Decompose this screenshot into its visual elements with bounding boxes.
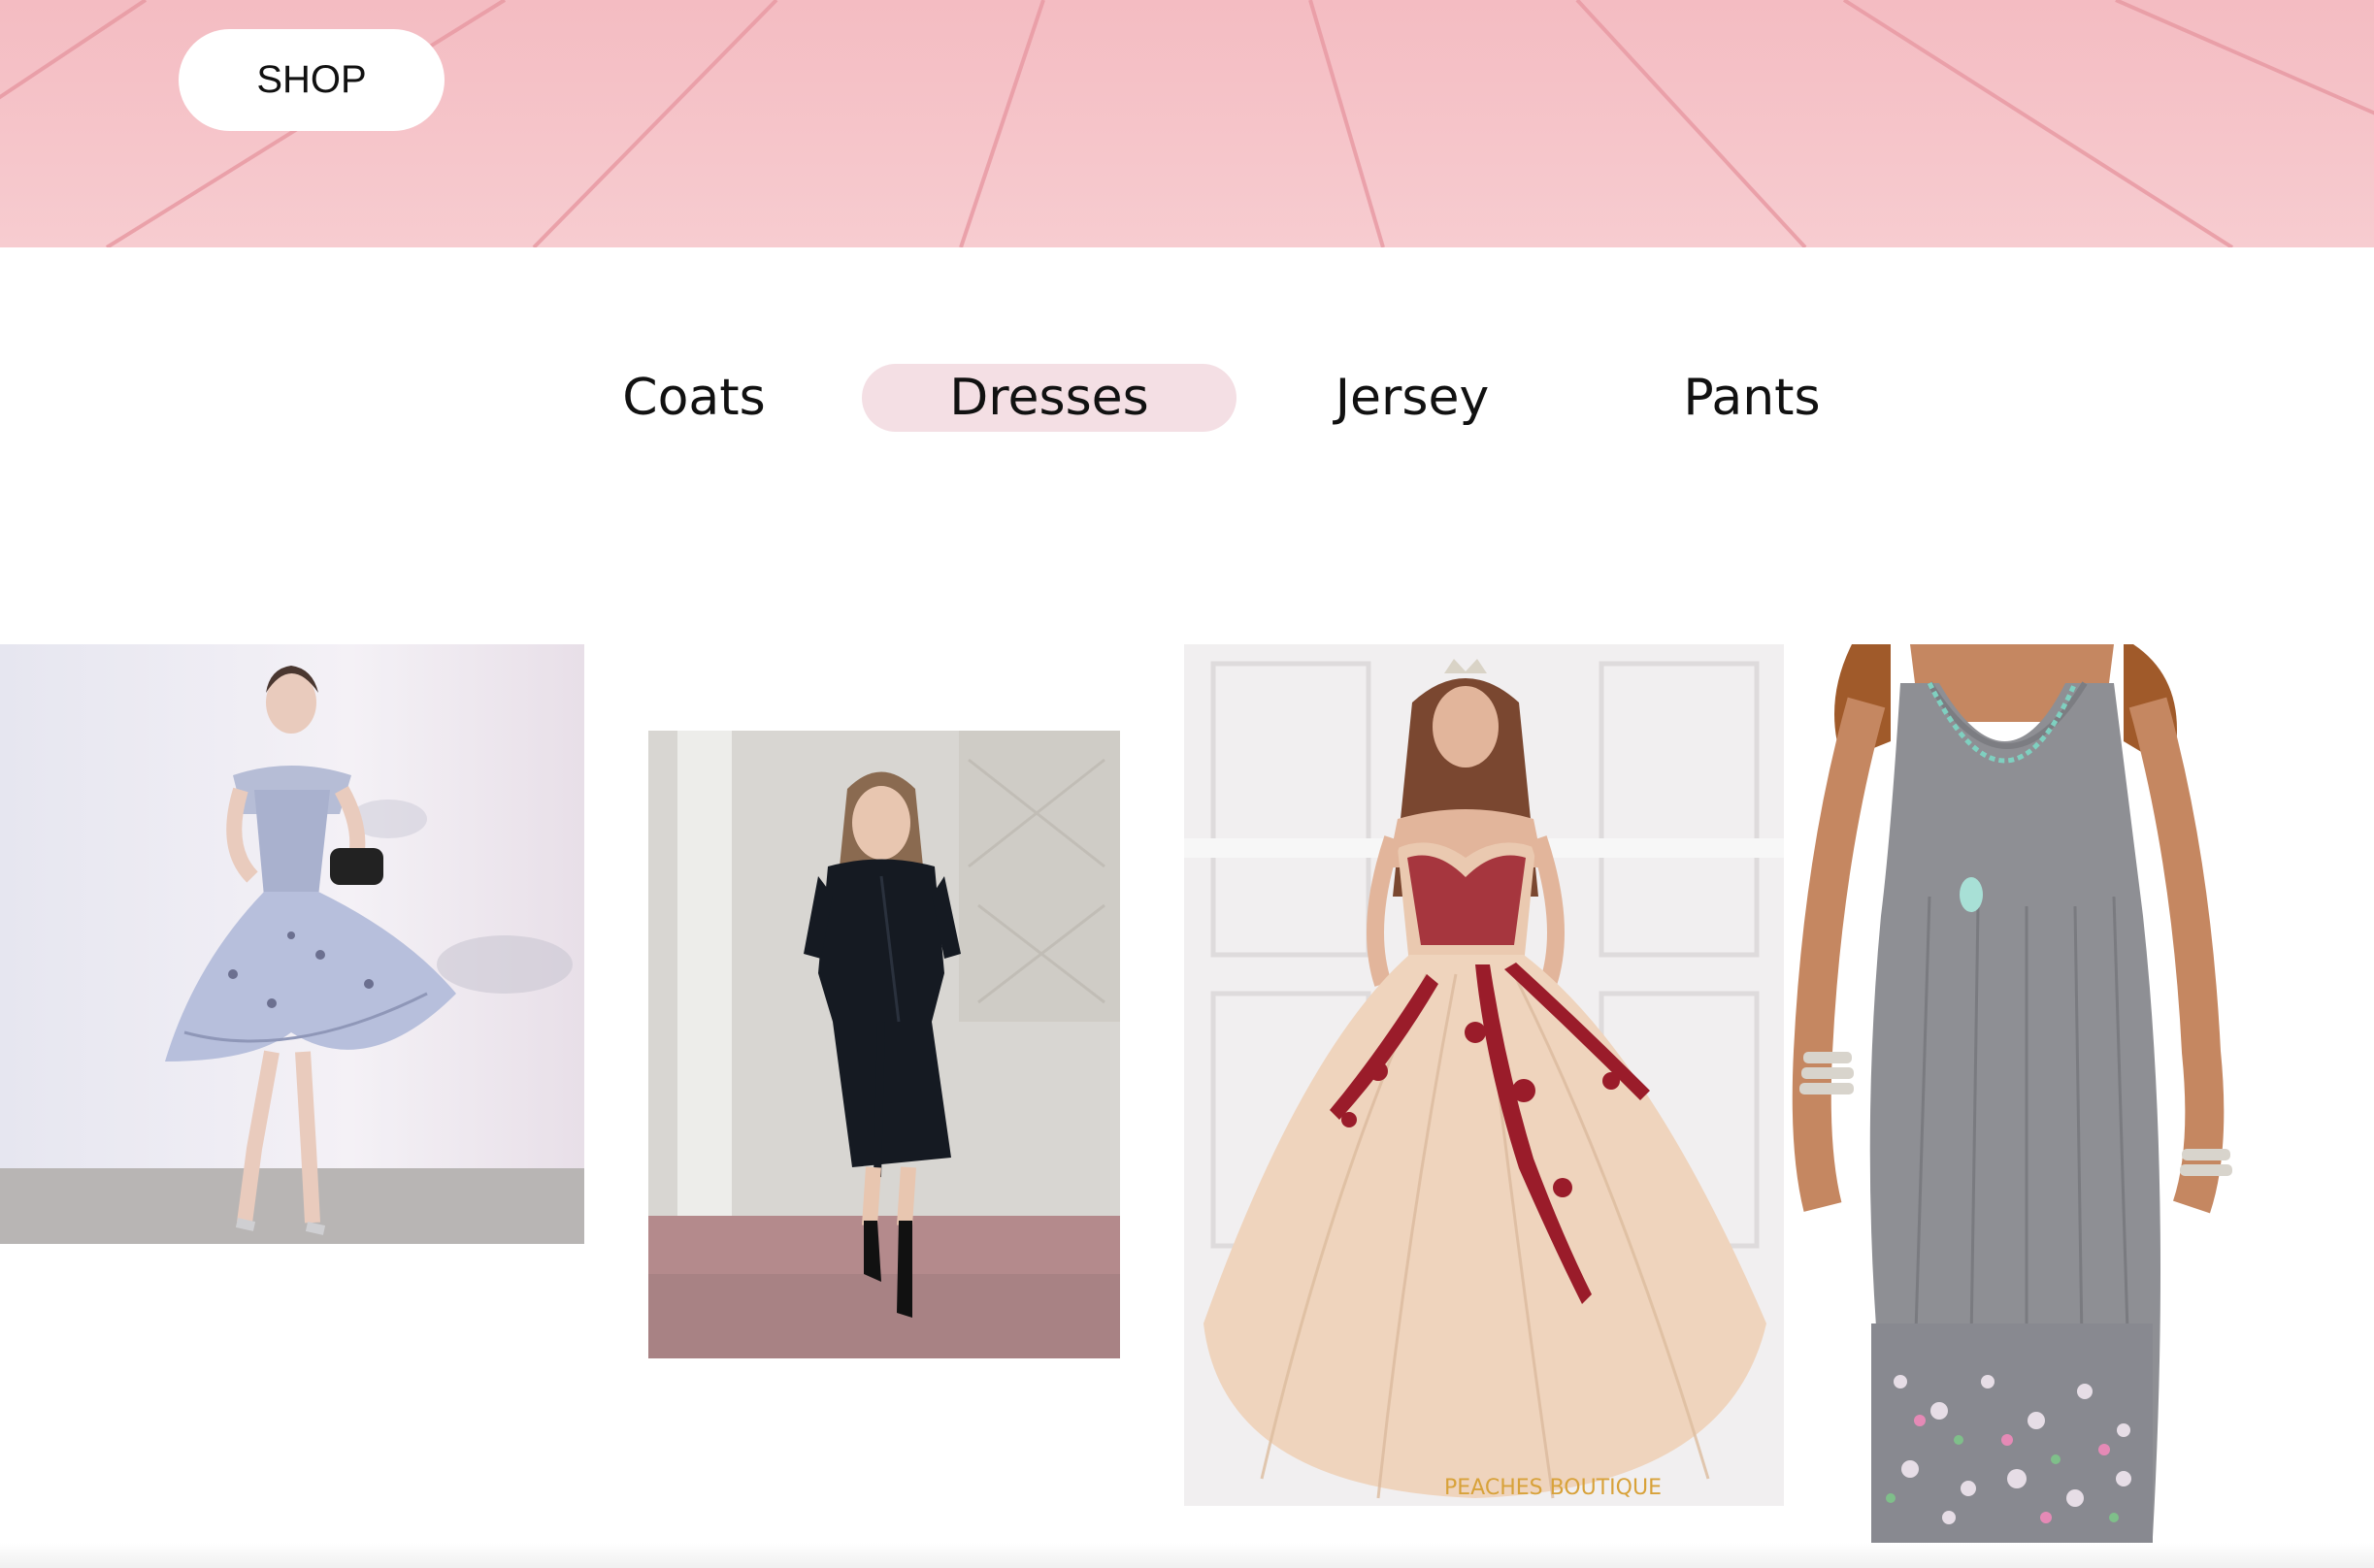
hero-banner: SHOP (0, 0, 2374, 247)
gown-watermark: PEACHES BOUTIQUE (1444, 1476, 1662, 1500)
tab-pants[interactable]: Pants (1660, 364, 1844, 432)
tab-coats[interactable]: Coats (602, 364, 786, 432)
black-wrap-dress-photo (648, 731, 1120, 1358)
product-card-1[interactable] (0, 644, 584, 1244)
quinceanera-ball-gown-photo: PEACHES BOUTIQUE (1184, 644, 1784, 1506)
product-card-2[interactable] (648, 731, 1120, 1358)
tab-jersey[interactable]: Jersey (1310, 364, 1514, 432)
tab-dresses[interactable]: Dresses (862, 364, 1236, 432)
product-card-4[interactable] (1784, 644, 2259, 1568)
lavender-high-low-dress-photo (0, 644, 584, 1244)
product-card-3[interactable]: PEACHES BOUTIQUE (1184, 644, 1784, 1506)
shop-button[interactable]: SHOP (179, 29, 445, 131)
grey-sleeveless-floral-hem-dress-photo (1784, 644, 2259, 1568)
category-tabs: Coats Dresses Jersey Pants (0, 364, 2374, 432)
page-bottom-edge (0, 1543, 2374, 1568)
